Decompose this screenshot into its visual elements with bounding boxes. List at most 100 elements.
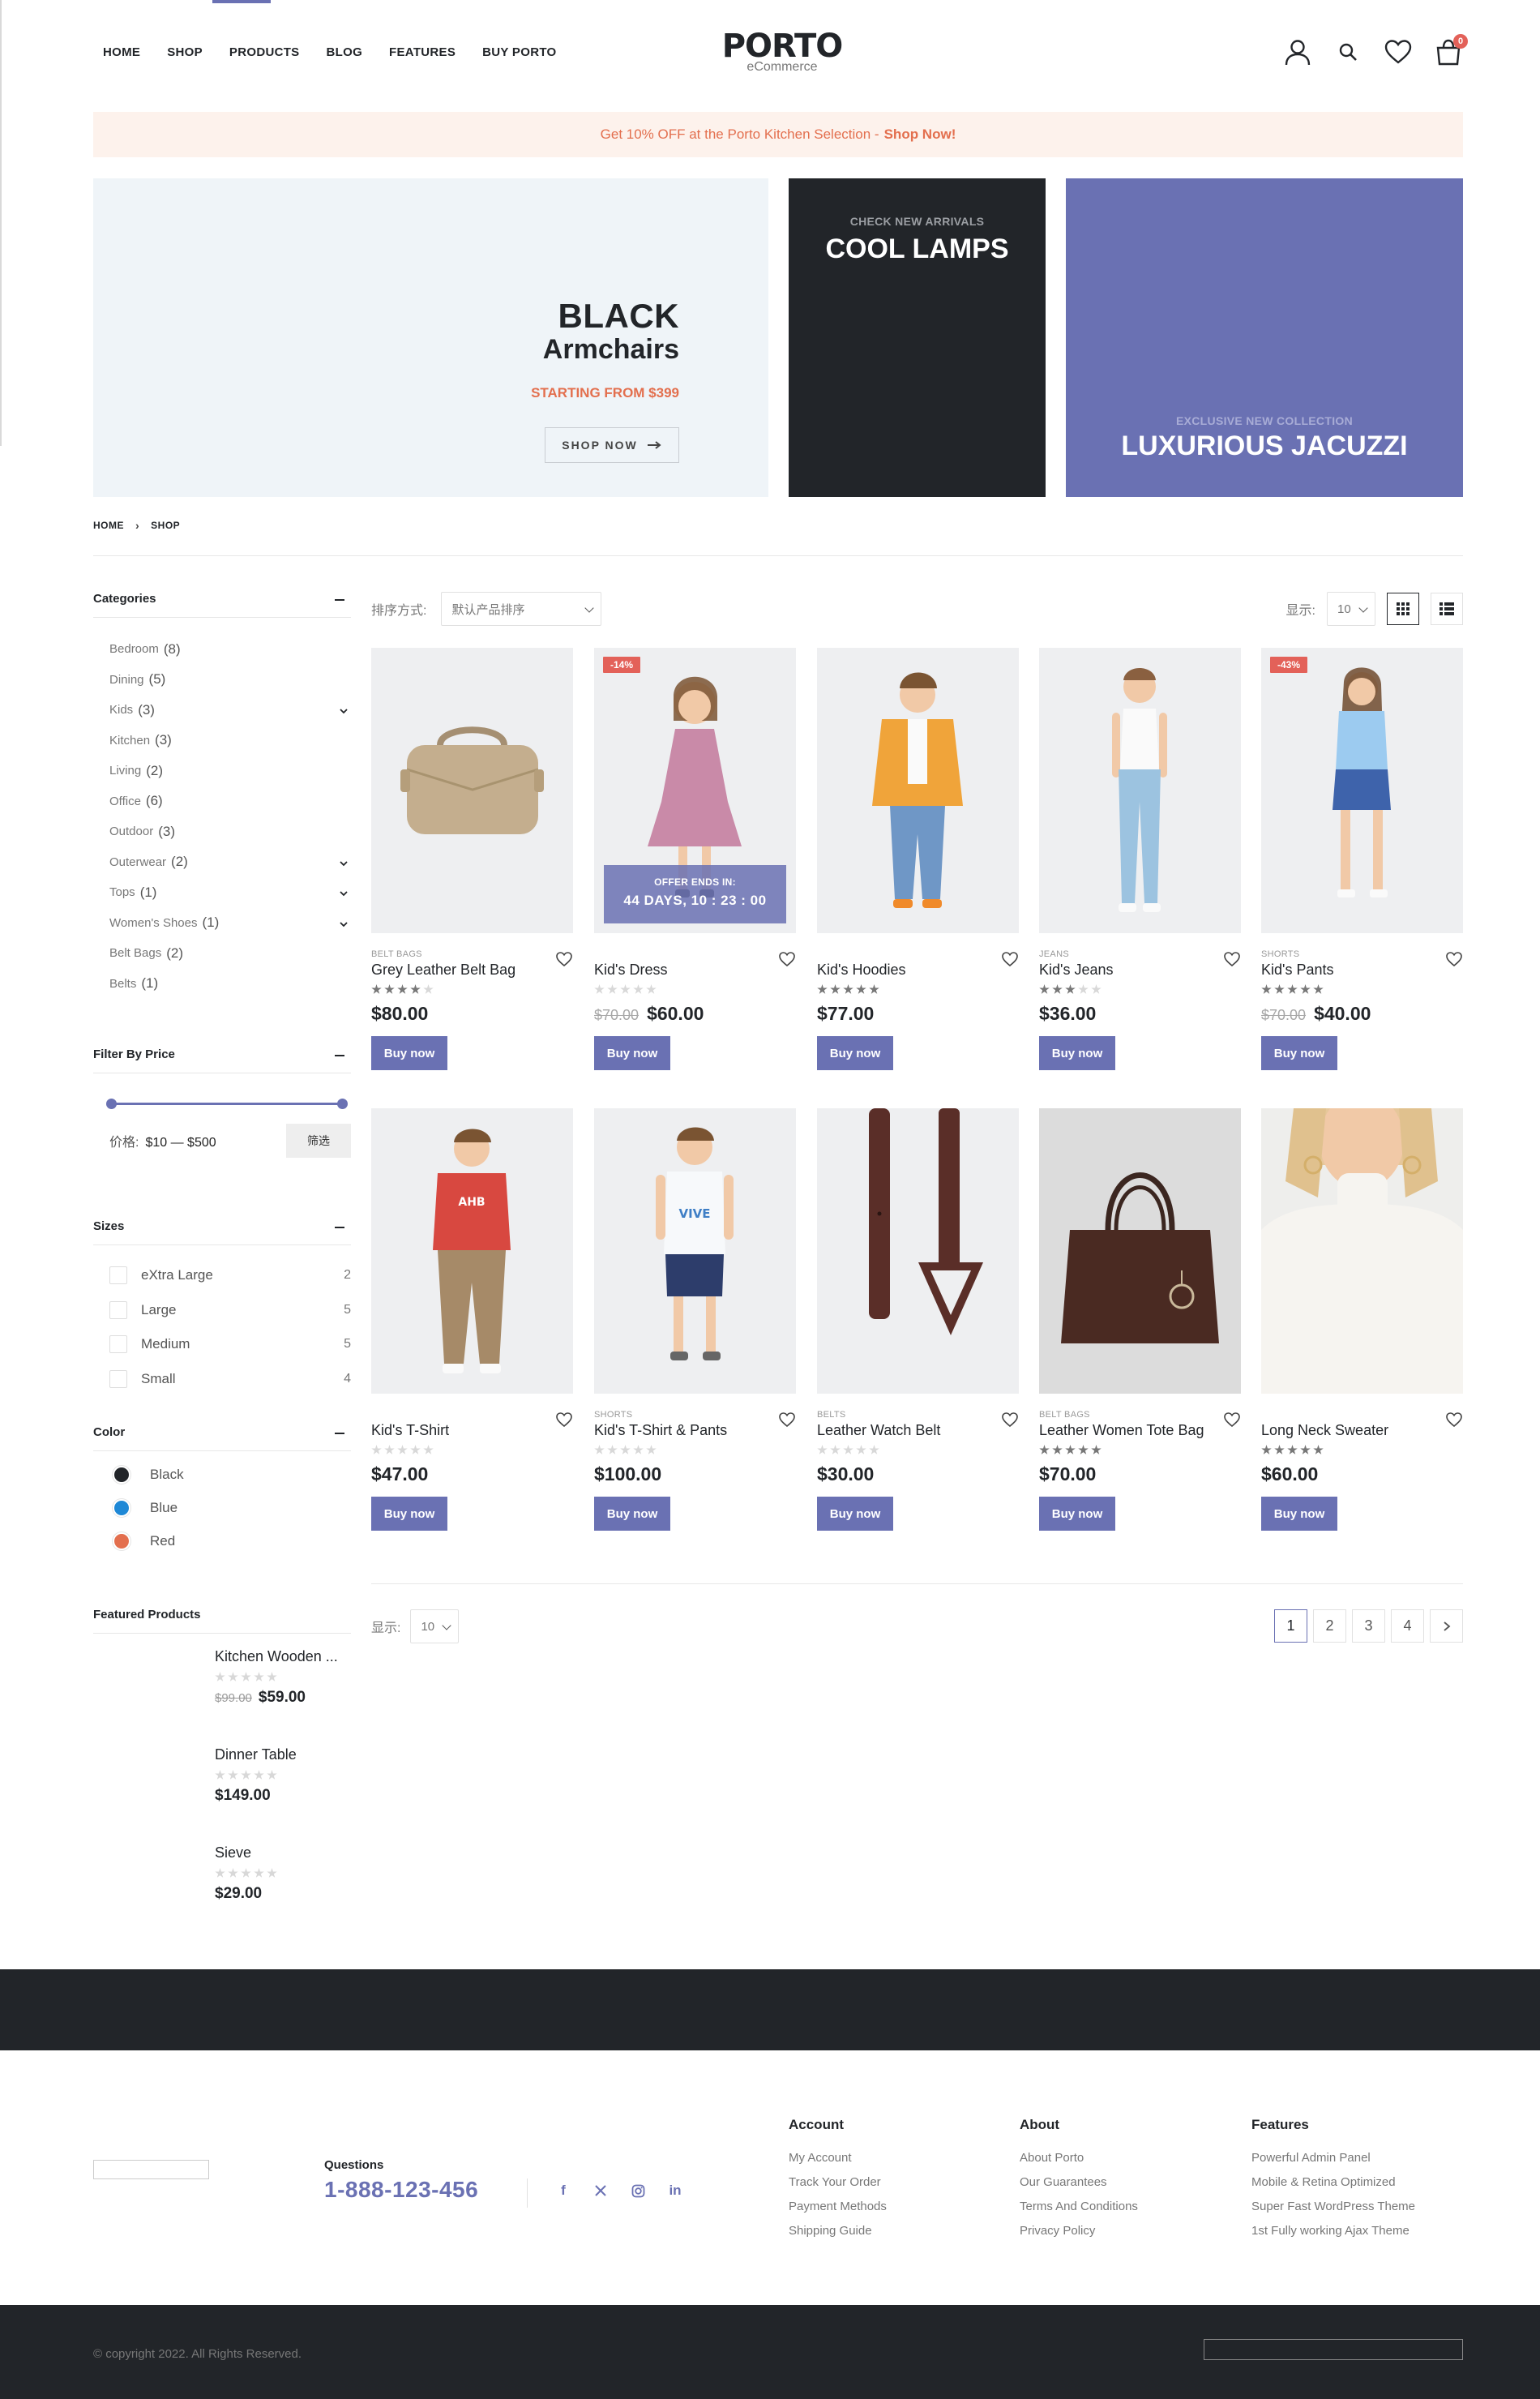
product-image[interactable]: VIVE <box>594 1108 796 1394</box>
product-card[interactable]: AHB Kid's T-Shirt $47.00 Buy now <box>371 1108 573 1531</box>
heart-icon[interactable] <box>1001 951 1019 969</box>
product-category[interactable]: BELT BAGS <box>1039 1410 1241 1421</box>
product-name[interactable]: Grey Leather Belt Bag <box>371 962 573 978</box>
size-option[interactable]: Medium 5 <box>93 1327 351 1362</box>
buy-now-button[interactable]: Buy now <box>817 1036 893 1070</box>
product-card[interactable]: BELTS Leather Watch Belt $30.00 Buy now <box>817 1108 1019 1531</box>
product-name[interactable]: Kid's T-Shirt & Pants <box>594 1422 796 1438</box>
featured-product-name[interactable]: Sieve <box>215 1836 351 1861</box>
nav-item-blog[interactable]: BLOG <box>327 45 363 59</box>
category-item[interactable]: Outerwear (2) <box>109 847 351 878</box>
footer-link[interactable]: 1st Fully working Ajax Theme <box>1251 2224 1415 2248</box>
heart-icon[interactable] <box>1223 951 1241 969</box>
heart-icon[interactable] <box>1445 1412 1463 1429</box>
page-1-button[interactable]: 1 <box>1274 1609 1307 1643</box>
next-page-button[interactable] <box>1430 1609 1463 1643</box>
grid-view-button[interactable] <box>1387 593 1419 625</box>
nav-item-buy-porto[interactable]: BUY PORTO <box>482 45 556 59</box>
price-max-handle[interactable] <box>337 1099 348 1109</box>
product-card[interactable]: BELT BAGS Grey Leather Belt Bag $80.00 Buy … <box>371 648 573 1070</box>
category-item[interactable]: Women's Shoes (1) <box>109 908 351 939</box>
cart-icon[interactable]: 0 <box>1434 34 1468 66</box>
category-item[interactable]: Living (2) <box>109 756 351 786</box>
size-checkbox[interactable] <box>109 1266 127 1285</box>
show-count-select[interactable]: 10 <box>1327 592 1375 626</box>
breadcrumb-home[interactable]: HOME <box>93 520 124 531</box>
heart-icon[interactable] <box>555 951 573 969</box>
footer-link[interactable]: Mobile & Retina Optimized <box>1251 2175 1415 2200</box>
product-image[interactable]: AHB <box>371 1108 573 1394</box>
footer-link[interactable]: Super Fast WordPress Theme <box>1251 2200 1415 2224</box>
category-item[interactable]: Kids (3) <box>109 695 351 726</box>
product-category[interactable] <box>817 949 1019 961</box>
filter-button[interactable]: 筛选 <box>286 1124 351 1158</box>
promo-link[interactable]: Shop Now! <box>884 126 956 143</box>
phone-number[interactable]: 1-888-123-456 <box>324 2177 478 2203</box>
footer-link[interactable]: Shipping Guide <box>789 2224 887 2248</box>
product-category[interactable] <box>371 1410 573 1421</box>
wishlist-icon[interactable] <box>1384 37 1413 66</box>
featured-product[interactable]: Kitchen Wooden ... $99.00 $59.00 <box>93 1640 351 1738</box>
facebook-icon[interactable]: f <box>554 2182 572 2200</box>
category-item[interactable]: Tops (1) <box>109 877 351 908</box>
page-4-button[interactable]: 4 <box>1391 1609 1424 1643</box>
nav-item-shop[interactable]: SHOP <box>167 0 271 59</box>
product-image[interactable] <box>371 648 573 933</box>
buy-now-button[interactable]: Buy now <box>1261 1036 1337 1070</box>
product-name[interactable]: Kid's Hoodies <box>817 962 1019 978</box>
heart-icon[interactable] <box>1445 951 1463 969</box>
product-name[interactable]: Kid's T-Shirt <box>371 1422 573 1438</box>
product-card[interactable]: VIVE SHORTS Kid's T-Shirt & Pants $100.00 Bu… <box>594 1108 796 1531</box>
collapse-icon[interactable] <box>335 1433 344 1434</box>
size-option[interactable]: Large 5 <box>93 1293 351 1328</box>
product-image[interactable]: -14% OFFER ENDS IN: 44 DAYS, 10 : 23 : 00 <box>594 648 796 933</box>
product-image[interactable] <box>1039 1108 1241 1394</box>
sort-select[interactable]: 默认产品排序 <box>441 592 602 626</box>
color-option[interactable]: Blue <box>93 1491 351 1524</box>
color-swatch[interactable] <box>113 1532 130 1550</box>
featured-product[interactable]: Dinner Table $149.00 <box>93 1738 351 1836</box>
product-card[interactable]: Kid's Hoodies $77.00 Buy now <box>817 648 1019 1070</box>
size-option[interactable]: Small 4 <box>93 1362 351 1397</box>
footer-link[interactable]: Track Your Order <box>789 2175 887 2200</box>
price-min-handle[interactable] <box>106 1099 117 1109</box>
product-name[interactable]: Kid's Jeans <box>1039 962 1241 978</box>
product-category[interactable]: JEANS <box>1039 949 1241 961</box>
category-item[interactable]: Belt Bags (2) <box>109 938 351 969</box>
chevron-down-icon[interactable] <box>340 705 348 714</box>
instagram-icon[interactable] <box>629 2182 647 2200</box>
footer-link[interactable]: About Porto <box>1020 2151 1138 2175</box>
buy-now-button[interactable]: Buy now <box>1039 1036 1115 1070</box>
heart-icon[interactable] <box>778 1412 796 1429</box>
category-item[interactable]: Belts (1) <box>109 969 351 1000</box>
shop-now-button[interactable]: SHOP NOW <box>545 427 679 463</box>
show-count-select[interactable]: 10 <box>410 1609 460 1643</box>
account-icon[interactable] <box>1283 37 1312 66</box>
heart-icon[interactable] <box>1001 1412 1019 1429</box>
product-name[interactable]: Kid's Dress <box>594 962 796 978</box>
product-name[interactable]: Kid's Pants <box>1261 962 1463 978</box>
product-image[interactable] <box>817 1108 1019 1394</box>
page-3-button[interactable]: 3 <box>1352 1609 1385 1643</box>
category-item[interactable]: Office (6) <box>109 786 351 817</box>
chevron-down-icon[interactable] <box>340 918 348 927</box>
category-item[interactable]: Kitchen (3) <box>109 726 351 756</box>
color-title[interactable]: Color <box>93 1425 351 1451</box>
product-card[interactable]: BELT BAGS Leather Women Tote Bag $70.00 Buy… <box>1039 1108 1241 1531</box>
product-name[interactable]: Leather Watch Belt <box>817 1422 1019 1438</box>
size-checkbox[interactable] <box>109 1300 127 1319</box>
category-item[interactable]: Bedroom (8) <box>109 634 351 665</box>
buy-now-button[interactable]: Buy now <box>371 1497 447 1531</box>
color-swatch[interactable] <box>113 1465 130 1484</box>
nav-item-features[interactable]: FEATURES <box>389 45 456 59</box>
collapse-icon[interactable] <box>335 1227 344 1228</box>
product-image[interactable] <box>817 648 1019 933</box>
collapse-icon[interactable] <box>335 599 344 601</box>
category-item[interactable]: Dining (5) <box>109 665 351 696</box>
banner-lamps[interactable]: CHECK NEW ARRIVALS COOL LAMPS <box>789 178 1046 497</box>
product-name[interactable]: Leather Women Tote Bag <box>1039 1422 1241 1438</box>
heart-icon[interactable] <box>555 1412 573 1429</box>
chevron-down-icon[interactable] <box>340 887 348 897</box>
product-image[interactable] <box>1039 648 1241 933</box>
product-card[interactable]: JEANS Kid's Jeans $36.00 Buy now <box>1039 648 1241 1070</box>
